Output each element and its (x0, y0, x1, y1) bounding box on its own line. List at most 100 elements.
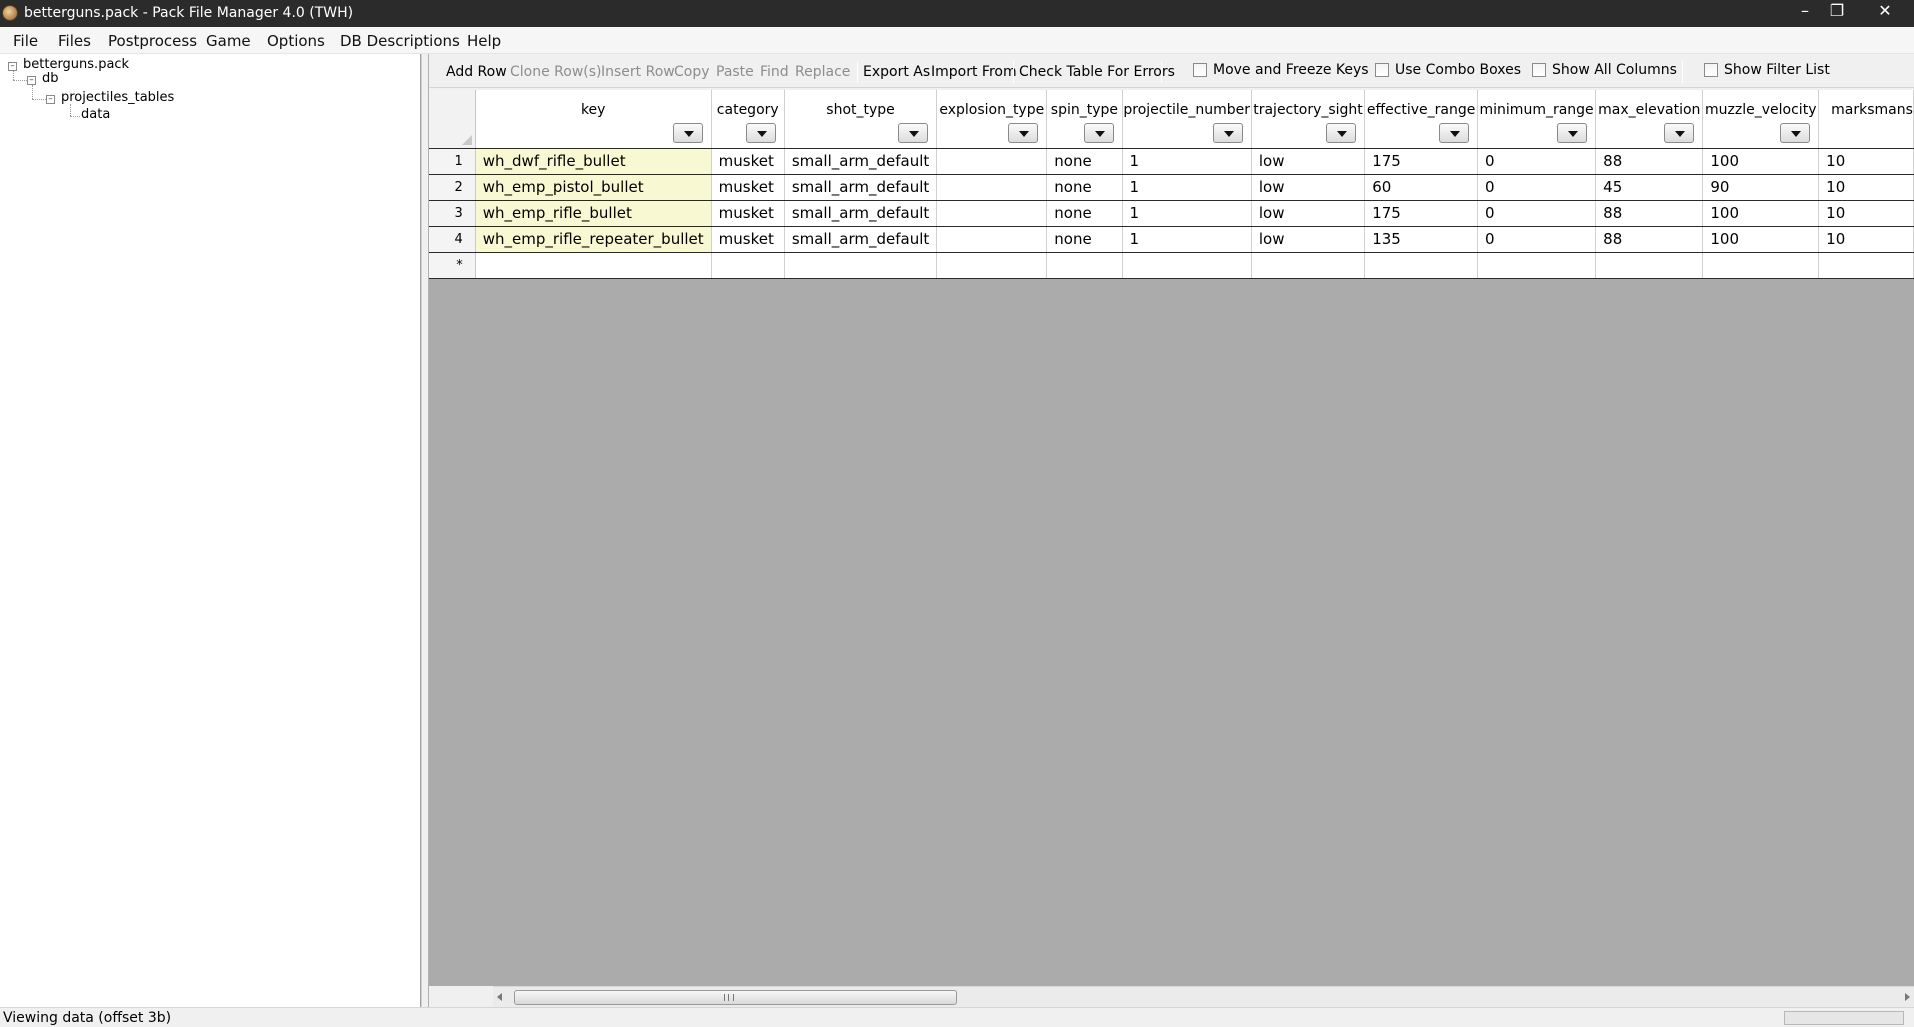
copy-button[interactable]: Copy (674, 64, 710, 80)
table-cell[interactable] (1251, 252, 1366, 279)
table-row[interactable]: 1 wh_dwf_rifle_bullet musket small_arm_d… (429, 148, 1914, 175)
table-cell[interactable]: musket (711, 174, 785, 201)
table-cell[interactable]: low (1251, 174, 1366, 201)
table-cell[interactable] (936, 148, 1048, 175)
table-row[interactable]: 4 wh_emp_rifle_repeater_bullet musket sm… (429, 226, 1914, 253)
column-header-category[interactable]: category (711, 90, 785, 149)
table-cell[interactable]: low (1251, 200, 1366, 227)
move-freeze-keys-checkbox[interactable]: Move and Freeze Keys (1193, 62, 1369, 78)
column-header-key[interactable]: key (475, 90, 712, 149)
table-cell[interactable] (1046, 252, 1123, 279)
table-cell[interactable]: 175 (1364, 148, 1479, 175)
table-cell[interactable] (1364, 252, 1479, 279)
table-row[interactable]: 2 wh_emp_pistol_bullet musket small_arm_… (429, 174, 1914, 201)
table-cell[interactable]: wh_emp_rifle_repeater_bullet (475, 226, 712, 253)
filter-dropdown-icon[interactable] (1326, 122, 1357, 143)
tree-node-projectiles-tables[interactable]: projectiles_tables (61, 90, 174, 105)
table-cell[interactable]: 10 (1818, 148, 1914, 175)
table-cell[interactable]: wh_emp_pistol_bullet (475, 174, 712, 201)
filter-dropdown-icon[interactable] (1212, 122, 1243, 143)
add-row-button[interactable]: Add Row (446, 64, 507, 80)
column-header-trajectory-sight[interactable]: trajectory_sight (1251, 90, 1366, 149)
table-cell[interactable]: small_arm_default (784, 174, 938, 201)
table-cell[interactable]: 60 (1364, 174, 1479, 201)
table-cell[interactable] (784, 252, 938, 279)
tree-node-db[interactable]: db (42, 71, 59, 86)
row-number[interactable]: 1 (429, 148, 476, 175)
row-number[interactable]: 3 (429, 200, 476, 227)
collapse-icon[interactable]: – (46, 95, 55, 104)
table-cell[interactable]: musket (711, 148, 785, 175)
menu-game[interactable]: Game (206, 32, 251, 50)
column-header-max-elevation[interactable]: max_elevation (1595, 90, 1704, 149)
paste-button[interactable]: Paste (716, 64, 754, 80)
scrollbar-thumb[interactable] (514, 990, 957, 1005)
table-cell[interactable]: musket (711, 226, 785, 253)
table-cell[interactable]: 0 (1477, 174, 1597, 201)
column-header-muzzle-velocity[interactable]: muzzle_velocity (1702, 90, 1820, 149)
table-cell[interactable]: 0 (1477, 148, 1597, 175)
menu-postprocess[interactable]: Postprocess (108, 32, 197, 50)
show-filter-list-checkbox[interactable]: Show Filter List (1704, 62, 1830, 78)
table-cell[interactable]: musket (711, 200, 785, 227)
table-cell[interactable]: none (1046, 174, 1123, 201)
table-cell[interactable]: 100 (1702, 226, 1820, 253)
table-cell[interactable]: low (1251, 148, 1366, 175)
filter-dropdown-icon[interactable] (1557, 122, 1588, 143)
column-header-effective-range[interactable]: effective_range (1364, 90, 1479, 149)
minimize-icon[interactable]: – (1788, 0, 1822, 24)
table-cell[interactable]: 10 (1818, 200, 1914, 227)
replace-button[interactable]: Replace (795, 64, 850, 80)
show-all-columns-checkbox[interactable]: Show All Columns (1532, 62, 1677, 78)
table-cell[interactable]: 175 (1364, 200, 1479, 227)
scroll-left-icon[interactable] (497, 993, 502, 1001)
checkbox-icon[interactable] (1375, 63, 1389, 77)
checkbox-icon[interactable] (1193, 63, 1207, 77)
column-header-shot-type[interactable]: shot_type (784, 90, 938, 149)
table-cell[interactable]: low (1251, 226, 1366, 253)
table-cell[interactable] (1477, 252, 1597, 279)
table-cell[interactable]: 45 (1595, 174, 1704, 201)
table-cell[interactable] (711, 252, 785, 279)
table-cell[interactable]: 0 (1477, 226, 1597, 253)
row-number[interactable]: 4 (429, 226, 476, 253)
table-cell[interactable]: small_arm_default (784, 226, 938, 253)
new-row[interactable]: * (429, 252, 1914, 279)
panel-splitter[interactable] (421, 54, 429, 1007)
table-cell[interactable]: 1 (1122, 148, 1252, 175)
table-cell[interactable]: 88 (1595, 200, 1704, 227)
table-cell[interactable]: none (1046, 226, 1123, 253)
check-table-button[interactable]: Check Table For Errors (1019, 64, 1175, 80)
table-cell[interactable]: 10 (1818, 174, 1914, 201)
table-cell[interactable] (936, 200, 1048, 227)
table-cell[interactable] (936, 252, 1048, 279)
table-cell[interactable]: 88 (1595, 226, 1704, 253)
menu-db-descriptions[interactable]: DB Descriptions (340, 32, 460, 50)
table-cell[interactable] (475, 252, 712, 279)
insert-row-button[interactable]: Insert Row (601, 64, 675, 80)
filter-dropdown-icon[interactable] (898, 122, 929, 143)
new-row-marker[interactable]: * (429, 252, 476, 279)
table-cell[interactable]: wh_emp_rifle_bullet (475, 200, 712, 227)
table-cell[interactable]: small_arm_default (784, 200, 938, 227)
table-cell[interactable]: 1 (1122, 226, 1252, 253)
table-cell[interactable]: small_arm_default (784, 148, 938, 175)
tree-node-data[interactable]: data (81, 107, 110, 122)
collapse-icon[interactable]: – (27, 76, 36, 85)
table-cell[interactable]: 1 (1122, 200, 1252, 227)
menu-help[interactable]: Help (467, 32, 501, 50)
column-header-explosion-type[interactable]: explosion_type (936, 90, 1048, 149)
table-cell[interactable]: 88 (1595, 148, 1704, 175)
row-number[interactable]: 2 (429, 174, 476, 201)
table-cell[interactable]: 90 (1702, 174, 1820, 201)
filter-dropdown-icon[interactable] (1083, 122, 1114, 143)
table-cell[interactable] (1122, 252, 1252, 279)
table-cell[interactable] (1818, 252, 1914, 279)
menu-file[interactable]: File (13, 32, 38, 50)
horizontal-scrollbar[interactable] (493, 986, 1914, 1007)
table-cell[interactable] (936, 174, 1048, 201)
close-icon[interactable]: ✕ (1868, 0, 1902, 24)
filter-dropdown-icon[interactable] (672, 122, 703, 143)
find-button[interactable]: Find (760, 64, 789, 80)
column-header-marksmans[interactable]: marksmans (1818, 90, 1914, 149)
